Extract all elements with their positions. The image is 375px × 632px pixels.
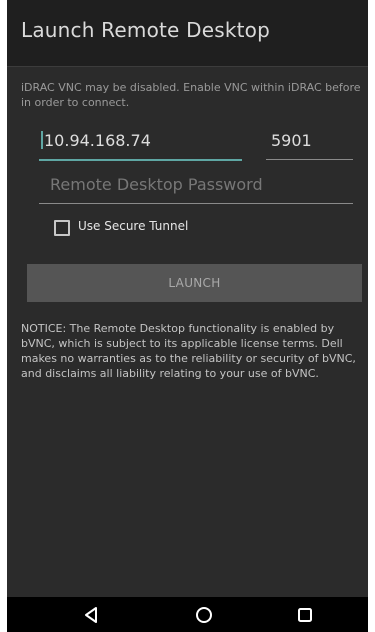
home-icon[interactable]	[192, 597, 216, 632]
password-input[interactable]: Remote Desktop Password	[50, 175, 350, 203]
text-cursor	[41, 131, 43, 149]
title-bar: Launch Remote Desktop	[7, 0, 368, 66]
ip-address-input[interactable]: 10.94.168.74	[41, 131, 237, 159]
ip-address-underline	[39, 159, 242, 161]
port-underline	[266, 159, 353, 160]
page-title: Launch Remote Desktop	[21, 18, 270, 42]
ip-address-value: 10.94.168.74	[44, 131, 151, 150]
title-divider	[7, 66, 368, 67]
back-icon[interactable]	[79, 597, 103, 632]
recents-icon[interactable]	[293, 597, 317, 632]
port-input[interactable]: 5901	[271, 131, 351, 159]
launch-button-label: LAUNCH	[168, 276, 221, 290]
vnc-info-text: iDRAC VNC may be disabled. Enable VNC wi…	[21, 81, 361, 109]
system-nav-bar	[7, 597, 368, 632]
app-screen: Launch Remote Desktop iDRAC VNC may be d…	[7, 0, 368, 632]
secure-tunnel-label[interactable]: Use Secure Tunnel	[78, 219, 188, 233]
notice-text: NOTICE: The Remote Desktop functionality…	[21, 322, 356, 380]
password-underline	[39, 203, 353, 204]
launch-button[interactable]: LAUNCH	[27, 264, 362, 302]
secure-tunnel-checkbox[interactable]	[54, 220, 70, 236]
